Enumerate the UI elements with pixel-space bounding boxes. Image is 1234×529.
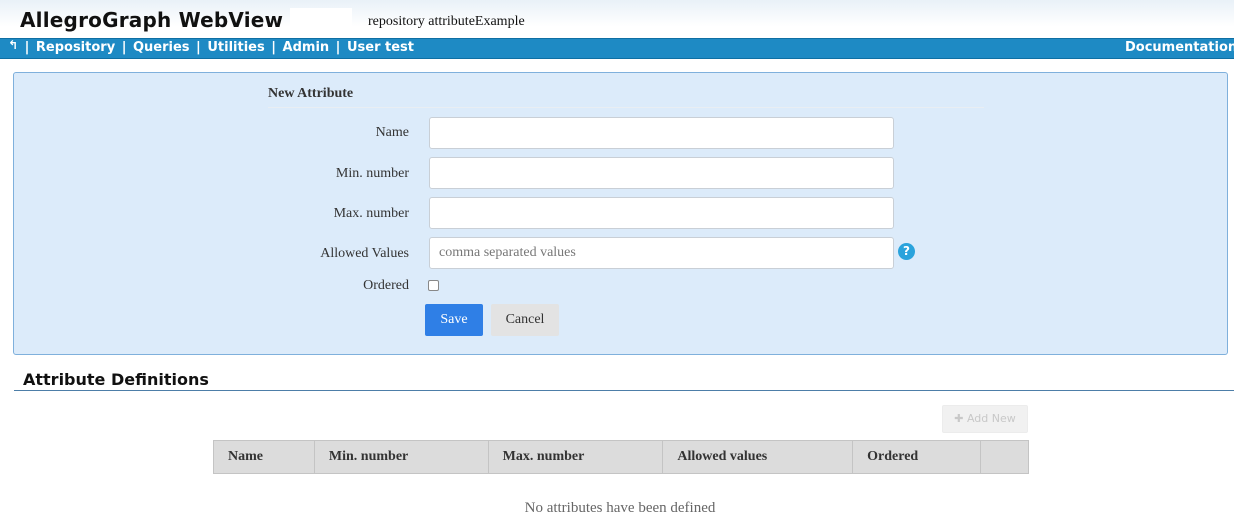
repository-label: repository attributeExample: [368, 14, 525, 29]
new-attribute-panel: New Attribute Name Min. number Max. numb…: [13, 72, 1228, 355]
nav-documentation[interactable]: Documentation: [1125, 40, 1234, 55]
title-blank: [290, 8, 352, 30]
table-header-row: Name Min. number Max. number Allowed val…: [213, 440, 1029, 474]
help-icon[interactable]: ?: [898, 243, 915, 260]
min-number-input[interactable]: [429, 157, 894, 189]
attribute-definitions-title: Attribute Definitions: [23, 370, 209, 389]
column-header-name[interactable]: Name: [213, 440, 315, 474]
name-label: Name: [375, 125, 409, 140]
nav-item-utilities[interactable]: Utilities: [207, 40, 264, 55]
allowed-values-label: Allowed Values: [320, 246, 409, 261]
nav-item-repository[interactable]: Repository: [36, 40, 115, 55]
empty-table-message: No attributes have been defined: [524, 500, 716, 516]
min-number-label: Min. number: [335, 166, 409, 181]
max-number-label: Max. number: [333, 206, 409, 221]
name-input[interactable]: [429, 117, 894, 149]
max-number-input[interactable]: [429, 197, 894, 229]
column-header-ordered[interactable]: Ordered: [852, 440, 981, 474]
nav-bar: ↰ | Repository | Queries | Utilities | A…: [0, 38, 1234, 59]
attributes-table: Name Min. number Max. number Allowed val…: [213, 440, 1029, 474]
back-icon[interactable]: ↰: [8, 38, 18, 52]
column-header-allowed-values[interactable]: Allowed values: [662, 440, 854, 474]
nav-item-queries[interactable]: Queries: [133, 40, 190, 55]
ordered-checkbox[interactable]: [428, 280, 439, 291]
add-new-button[interactable]: ✚ Add New: [942, 405, 1028, 433]
app-title: AllegroGraph WebView: [20, 8, 284, 32]
save-button[interactable]: Save: [425, 304, 483, 336]
column-header-min-number[interactable]: Min. number: [313, 440, 489, 474]
nav-left: ↰ | Repository | Queries | Utilities | A…: [8, 38, 414, 55]
nav-item-admin[interactable]: Admin: [283, 40, 330, 55]
column-header-max-number[interactable]: Max. number: [487, 440, 664, 474]
cancel-button[interactable]: Cancel: [491, 304, 559, 336]
form-legend: New Attribute: [268, 86, 984, 108]
allowed-values-input[interactable]: [429, 237, 894, 269]
ordered-label: Ordered: [363, 278, 409, 293]
column-header-actions: [980, 440, 1029, 474]
section-divider: [14, 390, 1234, 391]
nav-item-user[interactable]: User test: [347, 40, 414, 55]
header: AllegroGraph WebView repository attribut…: [0, 0, 1234, 38]
